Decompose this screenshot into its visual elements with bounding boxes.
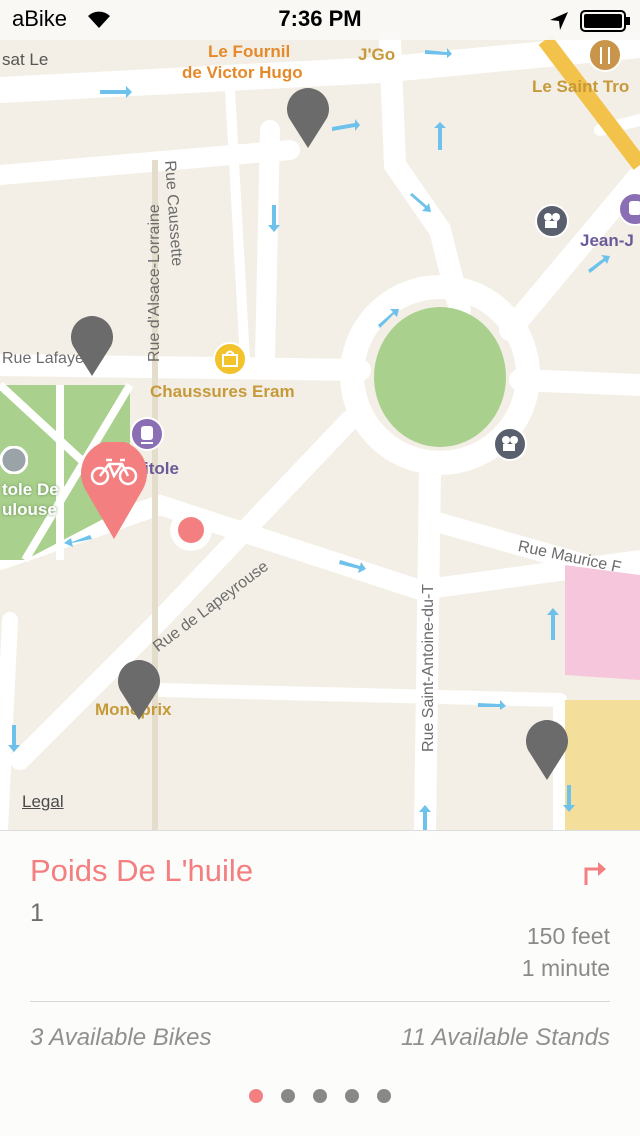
battery-icon	[580, 10, 630, 32]
poi-chaussures-eram-label: Chaussures Eram	[150, 382, 295, 401]
status-bar: aBike 7:36 PM	[0, 0, 640, 40]
street-rue-saint-antoine-label: Rue Saint-Antoine-du-T	[420, 583, 437, 752]
shopping-icon[interactable]	[213, 342, 247, 376]
directions-icon[interactable]	[582, 857, 612, 887]
poi-jean-label: Jean-J	[580, 231, 634, 250]
poi-jgo-label: J'Go	[358, 45, 396, 64]
cinema-icon[interactable]	[535, 204, 569, 238]
available-bikes-label: 3 Available Bikes	[30, 1024, 212, 1051]
poi-capitole-de-label: tole De	[2, 480, 59, 499]
poi-capitole-de-label-2: ulouse	[2, 500, 57, 519]
page-dot[interactable]	[249, 1089, 263, 1103]
page-dot[interactable]	[281, 1089, 295, 1103]
station-pin[interactable]	[285, 88, 331, 150]
page-dot[interactable]	[345, 1089, 359, 1103]
selected-station-pin[interactable]	[80, 442, 148, 542]
screen: Le Fournil de Victor Hugo J'Go Le Saint …	[0, 0, 640, 1136]
landmark-icon[interactable]	[0, 446, 28, 474]
location-arrow-icon	[550, 12, 568, 30]
page-dot[interactable]	[377, 1089, 391, 1103]
available-stands-label: 11 Available Stands	[400, 1024, 610, 1051]
metro-icon-2[interactable]	[618, 192, 640, 226]
user-location-icon	[170, 509, 212, 551]
legal-link[interactable]: Legal	[22, 792, 64, 812]
station-pin[interactable]	[69, 316, 115, 378]
station-pin[interactable]	[524, 720, 570, 782]
station-pin[interactable]	[116, 660, 162, 722]
poi-le-fournil-label: Le Fournil	[208, 42, 291, 61]
station-info-panel[interactable]: Poids De L'huile 1 150 feet 1 minute 3 A…	[0, 830, 640, 1136]
page-indicator[interactable]	[0, 1089, 640, 1108]
poi-capitole-label: itole	[144, 459, 179, 478]
station-number: 1	[30, 899, 44, 927]
distance-label: 150 feet	[526, 923, 610, 949]
restaurant-icon[interactable]	[588, 38, 622, 72]
cinema-icon-2[interactable]	[493, 427, 527, 461]
clock: 7:36 PM	[278, 6, 362, 31]
page-dot[interactable]	[313, 1089, 327, 1103]
street-sat-le-label: sat Le	[2, 50, 49, 69]
duration-label: 1 minute	[521, 955, 610, 981]
poi-le-saint-label: Le Saint Tro	[532, 77, 630, 96]
station-name: Poids De L'huile	[30, 853, 254, 888]
divider	[30, 1001, 610, 1002]
poi-le-fournil-label-2: de Victor Hugo	[182, 63, 303, 82]
street-rue-alsace-label: Rue d'Alsace-Lorraine	[146, 204, 163, 362]
